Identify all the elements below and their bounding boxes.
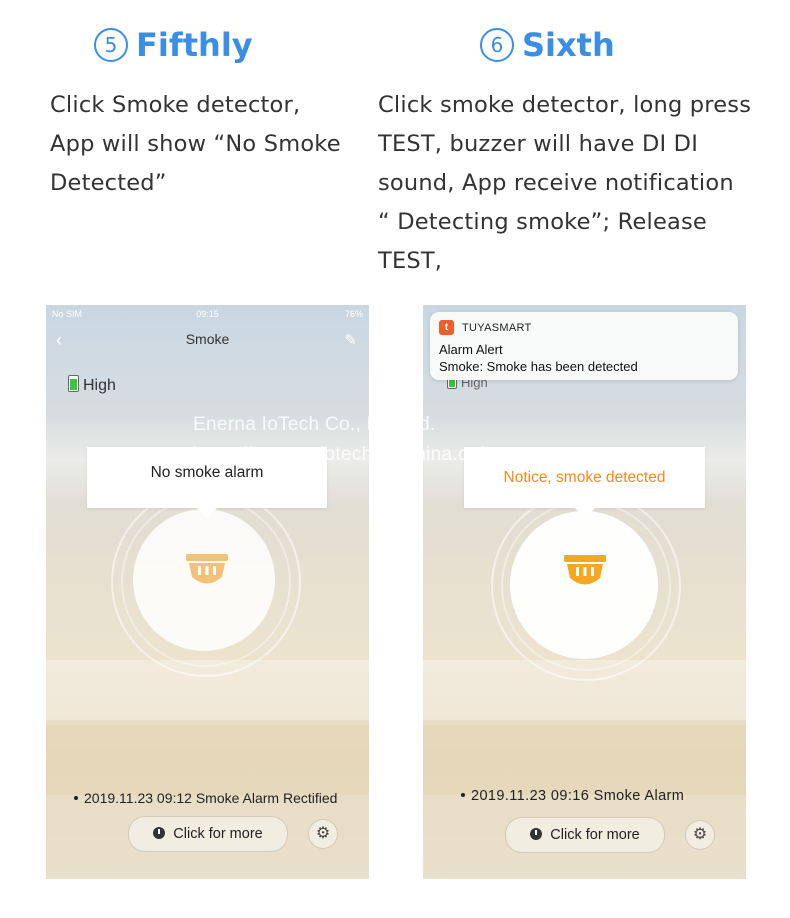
description-line: TEST, (378, 248, 443, 274)
step-title: Fifthly (136, 26, 253, 64)
smoke-detector-icon (186, 554, 228, 584)
nav-bar: ‹ Smoke ✎ (46, 323, 369, 357)
step-number: 5 (94, 28, 128, 62)
clock-icon (530, 828, 543, 840)
notification-app-name: TUYASMART (462, 322, 532, 334)
status-time: 09:15 (196, 309, 219, 319)
log-entry: 2019.11.23 09:12 Smoke Alarm Rectified (74, 790, 337, 806)
tuyasmart-app-icon: t (439, 320, 454, 335)
status-bubble: Notice, smoke detected (464, 447, 705, 518)
click-for-more-button[interactable]: Click for more (505, 817, 665, 853)
step-5-description: Click Smoke detector, App will show “No … (50, 86, 341, 203)
watermark-line: Enerna IoTech Co., Limited. (193, 414, 436, 435)
phone-screenshot-smoke-detected: High t TUYASMART Alarm Alert Smoke: Smok… (423, 305, 746, 879)
step-number: 6 (480, 28, 514, 62)
status-bar: No SIM 09:15 76% (46, 305, 369, 323)
battery-icon (68, 375, 79, 392)
log-entry: 2019.11.23 09:16 Smoke Alarm (461, 788, 684, 804)
battery-status: High (68, 375, 116, 395)
phone-screenshot-no-smoke: No SIM 09:15 76% ‹ Smoke ✎ High No smoke… (46, 305, 369, 879)
description-line: App will show “No Smoke (50, 131, 341, 157)
step-6-description: Click smoke detector, long press TEST, b… (378, 86, 751, 281)
smoke-detector-icon (564, 555, 606, 585)
notification-body: Smoke: Smoke has been detected (439, 359, 638, 374)
click-for-more-button[interactable]: Click for more (128, 816, 288, 852)
log-entry-text: 2019.11.23 09:12 Smoke Alarm Rectified (84, 790, 338, 806)
step-5-heading: 5 Fifthly (94, 26, 253, 64)
edit-icon[interactable]: ✎ (344, 331, 357, 349)
description-line: Click Smoke detector, (50, 92, 301, 118)
battery-label: High (83, 377, 116, 394)
page-title: Smoke (185, 331, 230, 347)
description-line: Detected” (50, 170, 167, 196)
step-6-heading: 6 Sixth (480, 26, 615, 64)
step-title: Sixth (522, 26, 615, 64)
description-line: sound, App receive notification (378, 170, 734, 196)
clock-icon (153, 827, 166, 839)
description-line: TEST, buzzer will have DI DI (378, 131, 699, 157)
log-entry-text: 2019.11.23 09:16 Smoke Alarm (471, 788, 685, 804)
click-for-more-label: Click for more (173, 826, 263, 842)
description-line: Click smoke detector, long press (378, 92, 752, 118)
click-for-more-label: Click for more (550, 827, 640, 843)
push-notification[interactable]: t TUYASMART Alarm Alert Smoke: Smoke has… (430, 312, 738, 380)
notification-title: Alarm Alert (439, 342, 503, 357)
watermark-line: https://enerna-iotech.en.china.cn/ (193, 444, 485, 465)
status-battery: 76% (344, 309, 363, 319)
status-bubble-text: Notice, smoke detected (503, 469, 666, 486)
description-line: “ Detecting smoke”; Release (378, 209, 707, 235)
gear-icon[interactable]: ⚙ (685, 820, 715, 850)
gear-icon[interactable]: ⚙ (308, 819, 338, 849)
